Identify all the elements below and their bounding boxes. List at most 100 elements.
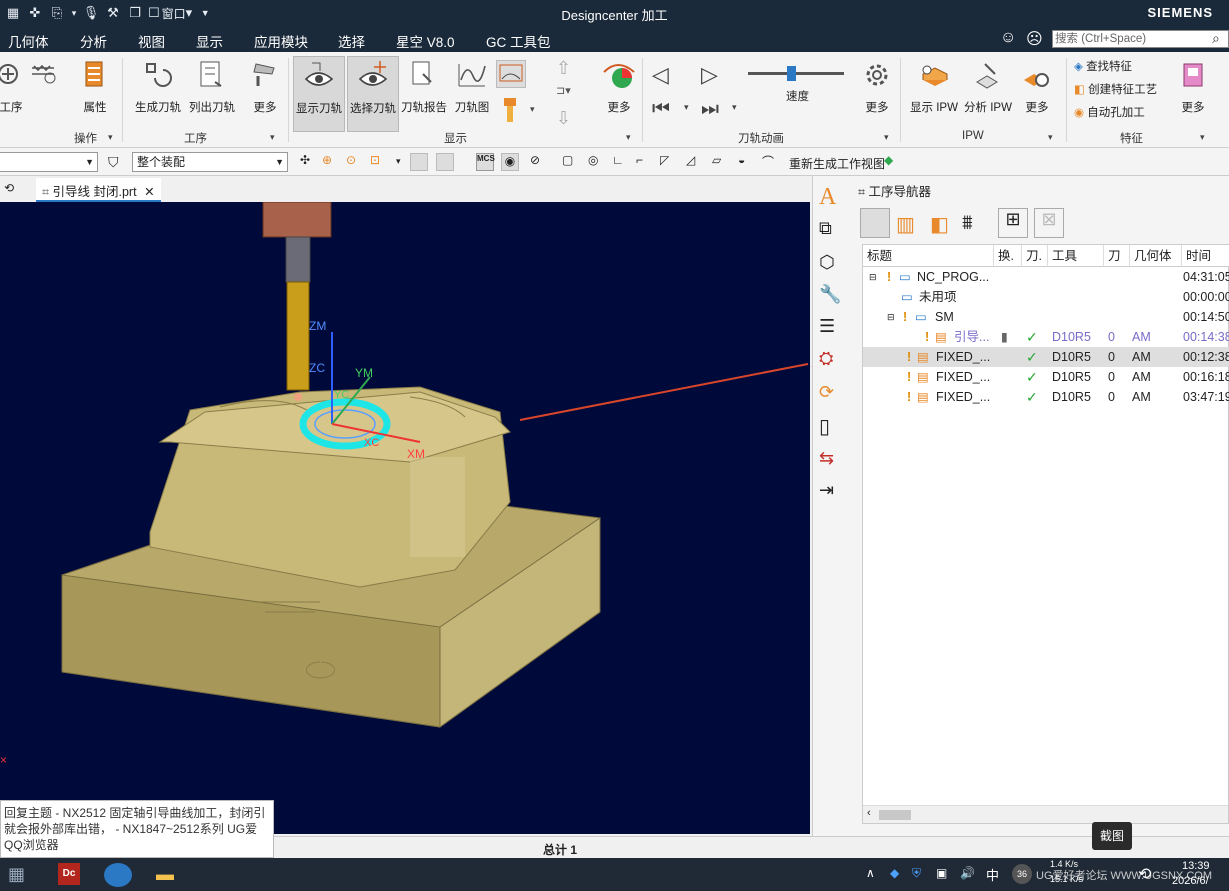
tray-app-icon[interactable]: ◆: [890, 866, 899, 880]
page-icon[interactable]: ▯: [819, 414, 830, 439]
tab-scroll-icon[interactable]: ⟲: [4, 181, 14, 195]
filter-icon[interactable]: ⛉: [108, 154, 119, 171]
col-tool-num[interactable]: 刀: [1104, 245, 1130, 267]
scroll-left-icon[interactable]: ‹: [867, 807, 871, 819]
show-ipw-button[interactable]: 显示 IPW: [906, 56, 962, 132]
circle-face-icon[interactable]: ◎: [588, 153, 606, 171]
more-feature-button[interactable]: 更多: [1168, 56, 1218, 132]
play-backward-icon[interactable]: ◁: [652, 62, 669, 88]
remove-icon[interactable]: ⊠: [1034, 208, 1064, 238]
wedge-icon[interactable]: ◿: [686, 153, 704, 171]
chevron-down-icon[interactable]: ▾: [270, 132, 275, 143]
chevron-up-icon[interactable]: ∧: [866, 866, 875, 880]
analyze-ipw-button[interactable]: 分析 IPW: [962, 56, 1014, 132]
col-path[interactable]: 刀.: [1022, 245, 1048, 267]
chevron-down-icon[interactable]: ▾: [1048, 132, 1053, 143]
snap-end-icon[interactable]: ⊙: [346, 153, 364, 171]
machine-icon[interactable]: ⛭: [819, 348, 833, 369]
mcs-icon[interactable]: MCS: [476, 153, 495, 171]
import-icon[interactable]: ⇆: [819, 448, 834, 469]
arrow-up-icon[interactable]: ⇧: [556, 58, 571, 79]
add-column-icon[interactable]: ⊞: [998, 208, 1028, 238]
frown-icon[interactable]: ☹: [1026, 29, 1043, 49]
chevron-down-icon[interactable]: ▾: [530, 104, 535, 115]
search-input[interactable]: 搜索 (Ctrl+Space): [1052, 30, 1229, 48]
select-path-button[interactable]: 选择刀轨: [347, 56, 399, 132]
l-shape-icon[interactable]: ⌐: [636, 153, 654, 171]
tab-file[interactable]: ⌗ 引导线 封闭.prt ✕: [36, 178, 161, 202]
edge-icon[interactable]: ⌒: [762, 153, 780, 171]
export-icon[interactable]: ⇥: [819, 480, 834, 501]
snap-point-icon[interactable]: ⊕: [322, 153, 340, 171]
menu-geometry[interactable]: 几何体: [8, 31, 49, 51]
col-geometry[interactable]: 几何体: [1130, 245, 1182, 267]
horizontal-scrollbar[interactable]: ‹: [863, 805, 1228, 823]
browser-preview-popup[interactable]: 回复主题 - NX2512 固定轴引导曲线加工，封闭引 就会报外部库出错， - …: [0, 800, 274, 858]
col-title[interactable]: 标题: [863, 245, 994, 267]
create-program-icon[interactable]: [30, 62, 60, 88]
step-back-icon[interactable]: ⏮: [652, 98, 670, 121]
clock-time[interactable]: 13:39: [1182, 860, 1210, 872]
operation-list-icon[interactable]: ☰: [819, 316, 835, 337]
method-view-icon[interactable]: ⩩: [962, 212, 973, 235]
table-row[interactable]: ! ▤ 引导... ▮ ✓ D10R5 0 AM 00:14:38: [863, 327, 1229, 347]
menu-analysis[interactable]: 分析: [80, 31, 107, 51]
geometry-view-icon[interactable]: ◧: [930, 212, 949, 237]
table-row[interactable]: ! ▤ FIXED_... ✓ D10R5 0 AM 03:47:19: [863, 387, 1229, 407]
auto-hole-button[interactable]: ◉ 自动孔加工: [1074, 104, 1145, 120]
search-icon[interactable]: ⌕: [1212, 30, 1220, 47]
chevron-down-icon[interactable]: ▾: [396, 156, 401, 167]
table-row[interactable]: ▭ 未用项 00:00:00: [863, 287, 1229, 307]
table-row[interactable]: ! ▤ FIXED_... ✓ D10R5 0 AM 00:12:38: [863, 347, 1229, 367]
machine-tool-view-icon[interactable]: ▥: [896, 212, 915, 237]
program-order-view-icon[interactable]: [860, 208, 890, 238]
graphics-viewport[interactable]: ZM ZC YM YC XC XM ×: [0, 202, 810, 834]
layers-icon[interactable]: ◆: [884, 153, 902, 171]
play-forward-icon[interactable]: ▷: [701, 62, 718, 88]
find-feature-button[interactable]: ◈ 查找特征: [1074, 58, 1132, 74]
hide-eye-icon[interactable]: ⊘: [526, 153, 544, 171]
chevron-down-icon[interactable]: ▼: [275, 153, 284, 171]
corner-icon[interactable]: ∟: [612, 153, 630, 171]
chevron-down-icon[interactable]: ▾: [732, 102, 737, 113]
col-change[interactable]: 换.: [994, 245, 1022, 267]
show-path-button[interactable]: 显示刀轨: [293, 56, 345, 132]
designcenter-app-icon[interactable]: Dc: [58, 863, 80, 885]
regenerate-view-button[interactable]: 重新生成工作视图: [789, 155, 885, 172]
arrow-down-icon[interactable]: ⇩: [556, 108, 571, 129]
snap-mid-icon[interactable]: ⊡: [370, 153, 388, 171]
select-all-icon[interactable]: ✣: [300, 153, 318, 171]
chevron-down-icon[interactable]: ▾: [626, 132, 631, 143]
step-forward-icon[interactable]: ⏭: [701, 98, 719, 121]
more-operation-button[interactable]: 更多: [240, 56, 290, 132]
menu-display[interactable]: 显示: [196, 31, 223, 51]
new-doc-icon[interactable]: ⧉: [819, 218, 832, 239]
create-feature-process-button[interactable]: ◧ 创建特征工艺: [1074, 81, 1157, 97]
ime-indicator[interactable]: 中: [986, 865, 999, 884]
generate-path-button[interactable]: 生成刀轨: [130, 56, 186, 132]
menu-view[interactable]: 视图: [138, 31, 165, 51]
calculator-app-icon[interactable]: ▦: [8, 864, 25, 885]
table-row[interactable]: ⊟ ! ▭ NC_PROG... 04:31:05: [863, 267, 1229, 287]
chevron-down-icon[interactable]: ▾: [1200, 132, 1205, 143]
table-row[interactable]: ⊟ ! ▭ SM 00:14:50: [863, 307, 1229, 327]
scrollbar-thumb[interactable]: [879, 810, 911, 820]
table-row[interactable]: ! ▤ FIXED_... ✓ D10R5 0 AM 00:16:18: [863, 367, 1229, 387]
speed-slider-thumb[interactable]: [787, 66, 796, 81]
chamfer-icon[interactable]: ◸: [660, 153, 678, 171]
qq-browser-app-icon[interactable]: [104, 863, 132, 887]
list-path-button[interactable]: 列出刀轨: [184, 56, 240, 132]
path-report-button[interactable]: 刀轨报告: [400, 56, 448, 132]
show-eye-icon[interactable]: ◉: [501, 153, 519, 171]
speed-slider-track[interactable]: [748, 72, 844, 75]
menu-xingkong[interactable]: 星空 V8.0: [396, 31, 455, 51]
ipw-check-icon[interactable]: ⬡: [819, 252, 835, 273]
font-a-icon[interactable]: A: [819, 184, 836, 211]
tray-dark-icon[interactable]: ▣: [936, 866, 947, 880]
step-icon[interactable]: ⊐▾: [556, 84, 571, 97]
clock-date[interactable]: 2026/6/: [1172, 875, 1209, 887]
close-icon[interactable]: ✕: [144, 185, 154, 199]
tray-36-icon[interactable]: 36: [1012, 864, 1032, 884]
smile-icon[interactable]: ☺: [1000, 29, 1016, 47]
collapse-icon[interactable]: ⊟: [887, 307, 895, 327]
